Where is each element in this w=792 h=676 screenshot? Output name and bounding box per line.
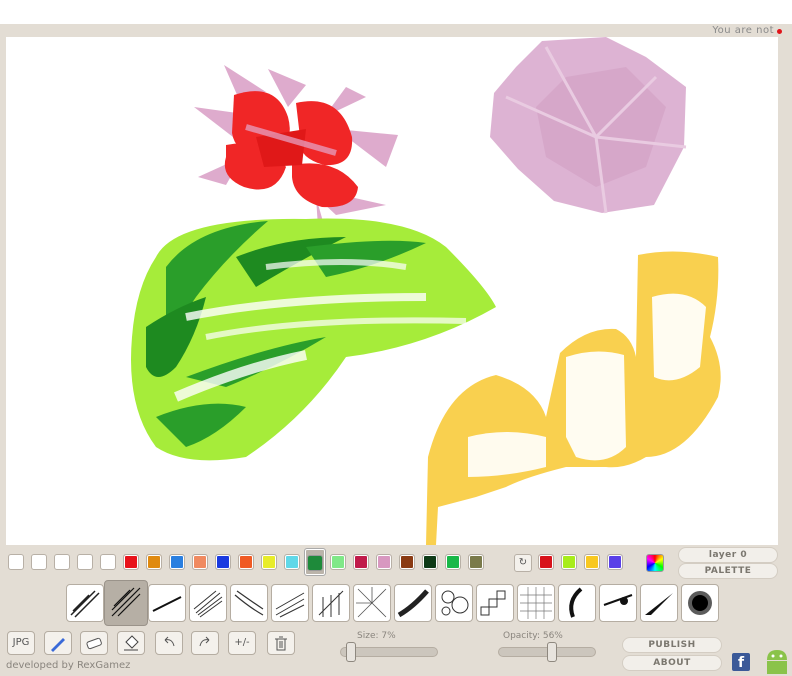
- redo-button[interactable]: [191, 631, 219, 655]
- top-bar: [0, 0, 792, 24]
- color-swatch-emerald[interactable]: [445, 554, 461, 570]
- status-indicator-icon: [777, 29, 782, 34]
- color-swatch-pink[interactable]: [376, 554, 392, 570]
- brush-grid[interactable]: [517, 584, 555, 622]
- color-swatch-olive[interactable]: [468, 554, 484, 570]
- redo-icon: [199, 636, 210, 647]
- color-swatch-brown[interactable]: [399, 554, 415, 570]
- publish-button[interactable]: PUBLISH: [622, 637, 722, 653]
- size-slider-handle[interactable]: [346, 642, 356, 662]
- size-label: Size: 7%: [357, 631, 396, 641]
- color-swatch-cyan[interactable]: [284, 554, 300, 570]
- brush-row: [0, 580, 792, 626]
- recent-color-yellow[interactable]: [584, 554, 600, 570]
- cycle-colors-icon[interactable]: ↻: [514, 554, 532, 572]
- color-swatch-navy[interactable]: [215, 554, 231, 570]
- color-swatch-red[interactable]: [123, 554, 139, 570]
- color-swatch-orange[interactable]: [146, 554, 162, 570]
- parallel-brush-icon: [275, 592, 305, 618]
- palette-row: [0, 548, 792, 578]
- grid-brush-icon: [520, 587, 552, 619]
- color-swatch-4[interactable]: [77, 554, 93, 570]
- canvas-artwork: [131, 37, 721, 545]
- color-swatch-2[interactable]: [31, 554, 47, 570]
- color-swatch-3[interactable]: [54, 554, 70, 570]
- color-swatch-1[interactable]: [8, 554, 24, 570]
- undo-icon: [164, 636, 175, 647]
- color-swatch-salmon[interactable]: [192, 554, 208, 570]
- web-brush-icon: [356, 587, 387, 618]
- opacity-label: Opacity: 56%: [503, 631, 563, 641]
- crescent-brush-icon: [569, 587, 583, 618]
- squares-brush-icon: [480, 590, 506, 616]
- pencil-button[interactable]: [44, 631, 72, 655]
- brush-hatch-1[interactable]: [66, 584, 104, 622]
- color-swatch-red-orange[interactable]: [238, 554, 254, 570]
- brush-hatch-2[interactable]: [104, 580, 148, 626]
- spray-brush-icon: [688, 591, 712, 615]
- color-swatch-blue[interactable]: [169, 554, 185, 570]
- fill-button[interactable]: [117, 631, 145, 655]
- fur-brush-icon: [318, 590, 344, 617]
- brush-curves[interactable]: [230, 584, 268, 622]
- export-jpg-button[interactable]: JPG: [7, 631, 35, 655]
- line-brush-icon: [152, 596, 182, 612]
- brush-wedge[interactable]: [640, 584, 678, 622]
- drawing-canvas[interactable]: [6, 37, 778, 545]
- ribbon-brush-icon: [397, 589, 429, 618]
- cross-hatch-brush-icon: [111, 587, 141, 617]
- layer-button[interactable]: layer 0: [678, 547, 778, 563]
- eraser-button[interactable]: [80, 631, 108, 655]
- color-swatch-light-green[interactable]: [330, 554, 346, 570]
- recent-color-lime[interactable]: [561, 554, 577, 570]
- sketch-brush-icon: [193, 590, 223, 618]
- circles-brush-icon: [441, 590, 469, 616]
- red-flower: [194, 65, 398, 227]
- palette-button[interactable]: PALETTE: [678, 563, 778, 579]
- login-status: You are not: [712, 25, 774, 36]
- trash-icon: [275, 636, 287, 651]
- recent-color-violet[interactable]: [607, 554, 623, 570]
- brush-circles[interactable]: [435, 584, 473, 622]
- paint-bucket-icon: [124, 635, 139, 651]
- brush-sketch[interactable]: [189, 584, 227, 622]
- plus-minus-button[interactable]: +/-: [228, 631, 256, 655]
- brush-squares[interactable]: [476, 584, 514, 622]
- developer-credit: developed by RexGamez: [6, 660, 131, 671]
- curves-brush-icon: [234, 590, 264, 616]
- undo-button[interactable]: [155, 631, 183, 655]
- brush-fur[interactable]: [312, 584, 350, 622]
- android-icon[interactable]: [764, 646, 790, 674]
- eraser-icon: [86, 637, 102, 650]
- brush-line[interactable]: [148, 584, 186, 622]
- pencil-icon: [51, 638, 65, 652]
- opacity-slider-handle[interactable]: [547, 642, 557, 662]
- recent-color-red[interactable]: [538, 554, 554, 570]
- pink-flower: [490, 37, 687, 214]
- wedge-brush-icon: [645, 593, 673, 615]
- brush-ribbon[interactable]: [394, 584, 432, 622]
- brush-spray[interactable]: [681, 584, 719, 622]
- color-swatch-yellow[interactable]: [261, 554, 277, 570]
- about-button[interactable]: ABOUT: [622, 655, 722, 671]
- color-wheel-icon[interactable]: [646, 554, 664, 572]
- color-swatch-green-selected[interactable]: [304, 548, 326, 576]
- brush-parallel[interactable]: [271, 584, 309, 622]
- brush-pen[interactable]: [599, 584, 637, 622]
- pen-brush-icon: [603, 594, 633, 606]
- brush-crescent[interactable]: [558, 584, 596, 622]
- brush-web[interactable]: [353, 584, 391, 622]
- color-swatch-dark-green[interactable]: [422, 554, 438, 570]
- color-swatch-crimson[interactable]: [353, 554, 369, 570]
- facebook-icon[interactable]: f: [732, 653, 750, 671]
- delete-button[interactable]: [267, 631, 295, 655]
- hatch-brush-icon: [70, 590, 100, 618]
- color-swatch-5[interactable]: [100, 554, 116, 570]
